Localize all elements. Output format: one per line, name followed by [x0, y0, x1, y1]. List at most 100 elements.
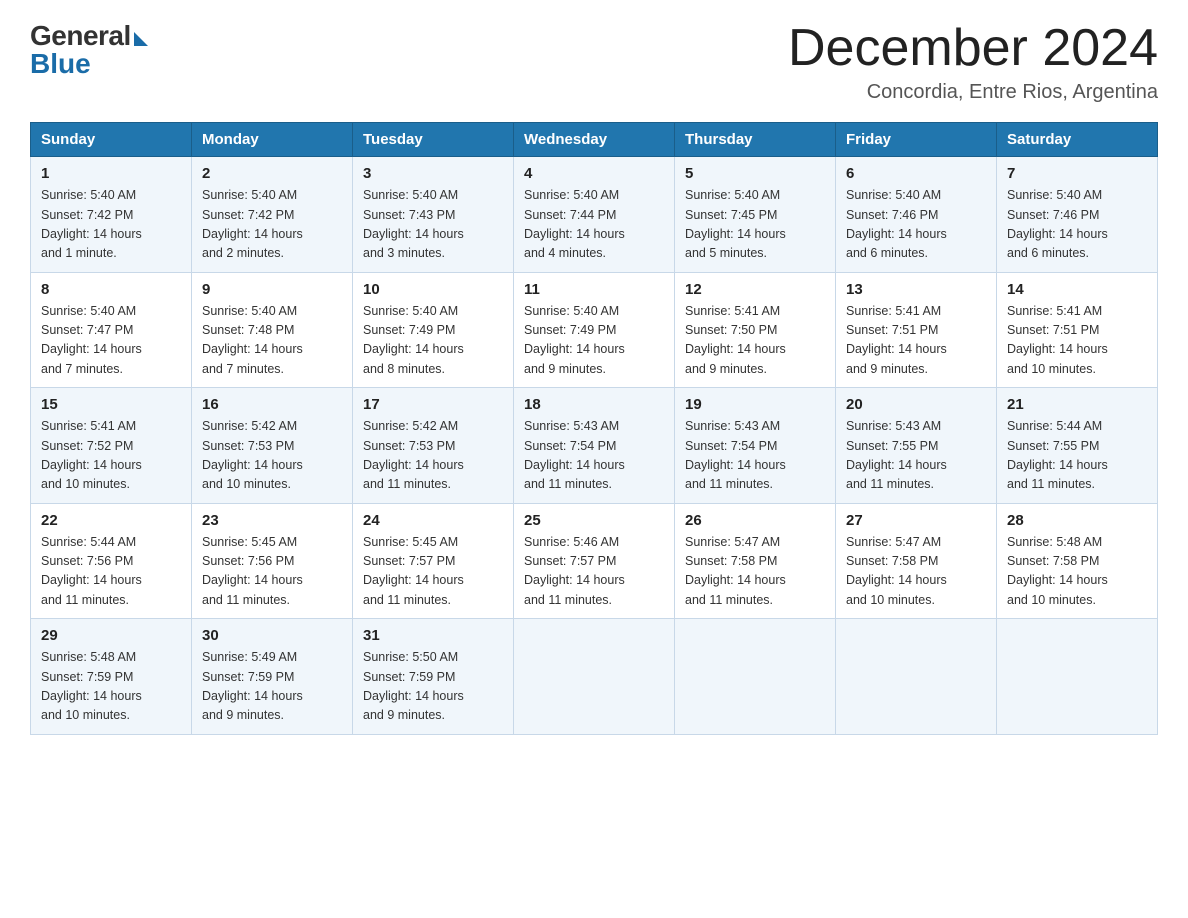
table-row: 27 Sunrise: 5:47 AMSunset: 7:58 PMDayligh… [836, 503, 997, 619]
table-row: 15 Sunrise: 5:41 AMSunset: 7:52 PMDayligh… [31, 388, 192, 504]
logo-blue-text: Blue [30, 48, 91, 80]
day-info: Sunrise: 5:44 AMSunset: 7:55 PMDaylight:… [1007, 417, 1147, 495]
day-number: 25 [524, 512, 664, 529]
day-number: 13 [846, 281, 986, 298]
day-info: Sunrise: 5:42 AMSunset: 7:53 PMDaylight:… [202, 417, 342, 495]
day-info: Sunrise: 5:45 AMSunset: 7:57 PMDaylight:… [363, 533, 503, 611]
day-info: Sunrise: 5:43 AMSunset: 7:54 PMDaylight:… [524, 417, 664, 495]
logo-triangle-icon [134, 32, 148, 46]
calendar-header-row: Sunday Monday Tuesday Wednesday Thursday… [31, 123, 1158, 157]
day-info: Sunrise: 5:48 AMSunset: 7:58 PMDaylight:… [1007, 533, 1147, 611]
day-number: 5 [685, 165, 825, 182]
day-info: Sunrise: 5:48 AMSunset: 7:59 PMDaylight:… [41, 648, 181, 726]
day-number: 18 [524, 396, 664, 413]
table-row: 18 Sunrise: 5:43 AMSunset: 7:54 PMDayligh… [514, 388, 675, 504]
table-row: 3Sunrise: 5:40 AMSunset: 7:43 PMDaylight… [353, 157, 514, 273]
day-info: Sunrise: 5:40 AMSunset: 7:47 PMDaylight:… [41, 302, 181, 380]
day-info: Sunrise: 5:40 AMSunset: 7:44 PMDaylight:… [524, 186, 664, 264]
day-number: 19 [685, 396, 825, 413]
day-number: 27 [846, 512, 986, 529]
day-info: Sunrise: 5:49 AMSunset: 7:59 PMDaylight:… [202, 648, 342, 726]
table-row: 23 Sunrise: 5:45 AMSunset: 7:56 PMDayligh… [192, 503, 353, 619]
table-row: 22Sunrise: 5:44 AMSunset: 7:56 PMDayligh… [31, 503, 192, 619]
day-number: 2 [202, 165, 342, 182]
table-row: 16 Sunrise: 5:42 AMSunset: 7:53 PMDayligh… [192, 388, 353, 504]
day-number: 8 [41, 281, 181, 298]
day-number: 21 [1007, 396, 1147, 413]
page-header: General Blue December 2024 Concordia, En… [30, 20, 1158, 104]
day-number: 30 [202, 627, 342, 644]
day-info: Sunrise: 5:41 AMSunset: 7:50 PMDaylight:… [685, 302, 825, 380]
table-row: 7 Sunrise: 5:40 AMSunset: 7:46 PMDaylight… [997, 157, 1158, 273]
calendar-week-row: 22Sunrise: 5:44 AMSunset: 7:56 PMDayligh… [31, 503, 1158, 619]
day-number: 23 [202, 512, 342, 529]
day-number: 12 [685, 281, 825, 298]
header-friday: Friday [836, 123, 997, 157]
day-number: 11 [524, 281, 664, 298]
header-wednesday: Wednesday [514, 123, 675, 157]
table-row: 24 Sunrise: 5:45 AMSunset: 7:57 PMDayligh… [353, 503, 514, 619]
table-row [675, 619, 836, 735]
table-row: 19 Sunrise: 5:43 AMSunset: 7:54 PMDayligh… [675, 388, 836, 504]
day-number: 4 [524, 165, 664, 182]
day-number: 7 [1007, 165, 1147, 182]
day-number: 16 [202, 396, 342, 413]
location-subtitle: Concordia, Entre Rios, Argentina [788, 81, 1158, 104]
table-row: 21 Sunrise: 5:44 AMSunset: 7:55 PMDayligh… [997, 388, 1158, 504]
day-number: 10 [363, 281, 503, 298]
day-info: Sunrise: 5:40 AMSunset: 7:42 PMDaylight:… [41, 186, 181, 264]
title-area: December 2024 Concordia, Entre Rios, Arg… [788, 20, 1158, 104]
calendar-week-row: 29Sunrise: 5:48 AMSunset: 7:59 PMDayligh… [31, 619, 1158, 735]
day-number: 14 [1007, 281, 1147, 298]
day-info: Sunrise: 5:50 AMSunset: 7:59 PMDaylight:… [363, 648, 503, 726]
day-number: 26 [685, 512, 825, 529]
table-row: 28 Sunrise: 5:48 AMSunset: 7:58 PMDayligh… [997, 503, 1158, 619]
day-info: Sunrise: 5:41 AMSunset: 7:52 PMDaylight:… [41, 417, 181, 495]
day-info: Sunrise: 5:40 AMSunset: 7:45 PMDaylight:… [685, 186, 825, 264]
day-info: Sunrise: 5:40 AMSunset: 7:49 PMDaylight:… [363, 302, 503, 380]
day-info: Sunrise: 5:40 AMSunset: 7:43 PMDaylight:… [363, 186, 503, 264]
table-row [836, 619, 997, 735]
day-info: Sunrise: 5:40 AMSunset: 7:42 PMDaylight:… [202, 186, 342, 264]
table-row: 11 Sunrise: 5:40 AMSunset: 7:49 PMDayligh… [514, 272, 675, 388]
day-info: Sunrise: 5:41 AMSunset: 7:51 PMDaylight:… [846, 302, 986, 380]
header-sunday: Sunday [31, 123, 192, 157]
day-info: Sunrise: 5:46 AMSunset: 7:57 PMDaylight:… [524, 533, 664, 611]
day-number: 31 [363, 627, 503, 644]
table-row: 5 Sunrise: 5:40 AMSunset: 7:45 PMDaylight… [675, 157, 836, 273]
table-row: 12 Sunrise: 5:41 AMSunset: 7:50 PMDayligh… [675, 272, 836, 388]
table-row: 17 Sunrise: 5:42 AMSunset: 7:53 PMDayligh… [353, 388, 514, 504]
table-row: 26Sunrise: 5:47 AMSunset: 7:58 PMDayligh… [675, 503, 836, 619]
day-info: Sunrise: 5:41 AMSunset: 7:51 PMDaylight:… [1007, 302, 1147, 380]
header-tuesday: Tuesday [353, 123, 514, 157]
calendar-week-row: 15 Sunrise: 5:41 AMSunset: 7:52 PMDayligh… [31, 388, 1158, 504]
day-number: 17 [363, 396, 503, 413]
day-number: 15 [41, 396, 181, 413]
logo: General Blue [30, 20, 148, 80]
day-info: Sunrise: 5:40 AMSunset: 7:46 PMDaylight:… [1007, 186, 1147, 264]
day-info: Sunrise: 5:40 AMSunset: 7:49 PMDaylight:… [524, 302, 664, 380]
day-info: Sunrise: 5:45 AMSunset: 7:56 PMDaylight:… [202, 533, 342, 611]
table-row: 10 Sunrise: 5:40 AMSunset: 7:49 PMDayligh… [353, 272, 514, 388]
table-row: 14 Sunrise: 5:41 AMSunset: 7:51 PMDayligh… [997, 272, 1158, 388]
table-row: 20Sunrise: 5:43 AMSunset: 7:55 PMDayligh… [836, 388, 997, 504]
table-row: 30 Sunrise: 5:49 AMSunset: 7:59 PMDayligh… [192, 619, 353, 735]
day-number: 24 [363, 512, 503, 529]
day-number: 9 [202, 281, 342, 298]
header-saturday: Saturday [997, 123, 1158, 157]
day-info: Sunrise: 5:47 AMSunset: 7:58 PMDaylight:… [846, 533, 986, 611]
calendar-table: Sunday Monday Tuesday Wednesday Thursday… [30, 122, 1158, 735]
table-row: 8 Sunrise: 5:40 AMSunset: 7:47 PMDaylight… [31, 272, 192, 388]
table-row: 4 Sunrise: 5:40 AMSunset: 7:44 PMDaylight… [514, 157, 675, 273]
table-row: 25 Sunrise: 5:46 AMSunset: 7:57 PMDayligh… [514, 503, 675, 619]
table-row: 2 Sunrise: 5:40 AMSunset: 7:42 PMDaylight… [192, 157, 353, 273]
table-row: 31 Sunrise: 5:50 AMSunset: 7:59 PMDayligh… [353, 619, 514, 735]
day-number: 22 [41, 512, 181, 529]
table-row: 9Sunrise: 5:40 AMSunset: 7:48 PMDaylight… [192, 272, 353, 388]
day-number: 28 [1007, 512, 1147, 529]
header-thursday: Thursday [675, 123, 836, 157]
day-info: Sunrise: 5:42 AMSunset: 7:53 PMDaylight:… [363, 417, 503, 495]
table-row: 13 Sunrise: 5:41 AMSunset: 7:51 PMDayligh… [836, 272, 997, 388]
day-info: Sunrise: 5:43 AMSunset: 7:54 PMDaylight:… [685, 417, 825, 495]
table-row [997, 619, 1158, 735]
